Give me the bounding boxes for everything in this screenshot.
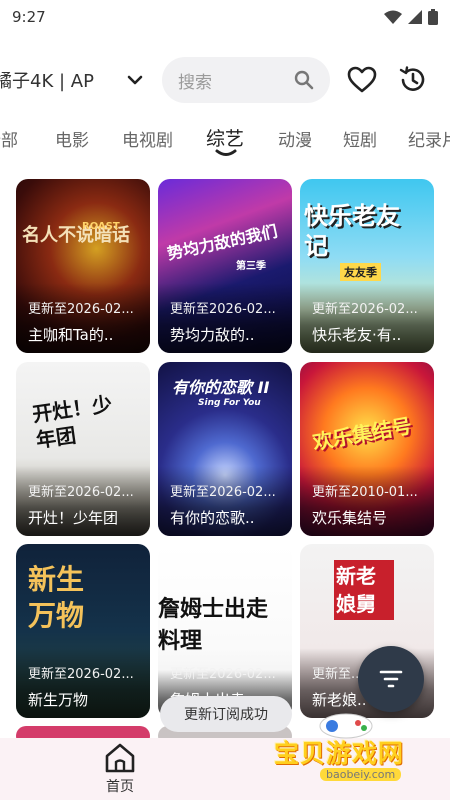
watermark-text: 宝贝游戏网 <box>274 739 405 768</box>
tab-movie[interactable]: 电影 <box>55 126 89 151</box>
tab-variety[interactable]: 综艺 <box>206 124 244 151</box>
video-card[interactable]: 欢乐集结号 更新至2010-01... 欢乐集结号 <box>300 362 434 536</box>
video-card[interactable]: 詹姆士出走料理 更新至2026-02... 詹姆士出走.. <box>158 544 292 718</box>
tab-tv[interactable]: 电视剧 <box>122 126 173 151</box>
card-title: 欢乐集结号 <box>312 509 388 527</box>
poster-title: 新老娘舅 <box>334 560 394 620</box>
source-label: 橘子4K | AP <box>0 71 94 92</box>
poster-title: 开灶！少年团 <box>30 391 114 453</box>
poster-title: 新生万物 <box>28 563 85 632</box>
nav-home[interactable]: 首页 <box>94 742 146 798</box>
watermark-url: baobeiy.com <box>320 768 402 781</box>
video-card[interactable]: 势均力敌的我们 第三季 更新至2026-02... 势均力敌的.. <box>158 179 292 353</box>
update-status: 更新至... <box>312 667 364 682</box>
watermark: 宝贝游戏网 baobeiy.com <box>268 706 450 800</box>
filter-button[interactable] <box>358 646 424 712</box>
favorite-heart-icon[interactable] <box>347 66 377 94</box>
search-input[interactable]: 搜索 <box>162 57 330 103</box>
active-tab-indicator <box>215 149 237 156</box>
update-status: 更新至2026-02... <box>170 485 276 500</box>
card-title: 主咖和Ta的.. <box>28 326 114 344</box>
wifi-icon <box>384 10 402 24</box>
search-placeholder: 搜索 <box>178 72 212 93</box>
update-status: 更新至2026-02... <box>170 667 276 682</box>
poster-subtitle: ROAST <box>82 221 120 232</box>
nav-home-label: 首页 <box>106 779 134 795</box>
update-status: 更新至2026-02... <box>170 302 276 317</box>
update-status: 更新至2026-02... <box>312 302 418 317</box>
video-card[interactable]: 新生万物 更新至2026-02... 新生万物 <box>16 544 150 718</box>
tab-short-drama[interactable]: 短剧 <box>343 126 377 151</box>
update-status: 更新至2026-02... <box>28 485 134 500</box>
search-icon <box>294 70 314 90</box>
tab-all[interactable]: 全部 <box>0 126 18 151</box>
video-card[interactable]: 有你的恋歌 II Sing For You 更新至2026-02... 有你的恋… <box>158 362 292 536</box>
video-card[interactable]: 快乐老友记 友友季 更新至2026-02... 快乐老友·有.. <box>300 179 434 353</box>
video-card[interactable]: 名人不说暗话 ROAST 更新至2026-02... 主咖和Ta的.. <box>16 179 150 353</box>
header: 橘子4K | AP 搜索 <box>0 56 450 104</box>
tab-documentary[interactable]: 纪录片 <box>408 126 450 151</box>
card-title: 势均力敌的.. <box>170 326 255 344</box>
status-icons <box>384 9 438 25</box>
poster-subtitle: Sing For You <box>198 398 261 408</box>
status-time: 9:27 <box>12 8 46 26</box>
card-title: 开灶！少年团 <box>28 509 119 527</box>
video-card[interactable]: 开灶！少年团 更新至2026-02... 开灶！少年团 <box>16 362 150 536</box>
poster-title: 有你的恋歌 II <box>172 378 270 397</box>
source-selector[interactable]: 橘子4K | AP <box>0 56 150 104</box>
tab-anime[interactable]: 动漫 <box>278 126 312 151</box>
poster-subtitle: 友友季 <box>340 263 381 281</box>
poster-subtitle: 第三季 <box>236 261 266 272</box>
poster-title: 詹姆士出走料理 <box>158 597 269 654</box>
history-icon[interactable] <box>398 66 428 94</box>
chevron-down-icon <box>124 69 146 91</box>
update-status: 更新至2010-01... <box>312 485 418 500</box>
signal-icon <box>408 10 422 24</box>
battery-icon <box>428 9 438 25</box>
card-title: 有你的恋歌.. <box>170 509 255 527</box>
update-status: 更新至2026-02... <box>28 667 134 682</box>
poster-title: 欢乐集结号 <box>310 413 414 455</box>
poster-title: 快乐老友记 <box>304 202 400 260</box>
card-title: 快乐老友·有.. <box>312 326 402 344</box>
status-bar: 9:27 <box>0 0 450 34</box>
filter-icon <box>379 670 403 688</box>
home-icon <box>105 743 135 773</box>
update-status: 更新至2026-02... <box>28 302 134 317</box>
card-title: 新生万物 <box>28 691 89 709</box>
